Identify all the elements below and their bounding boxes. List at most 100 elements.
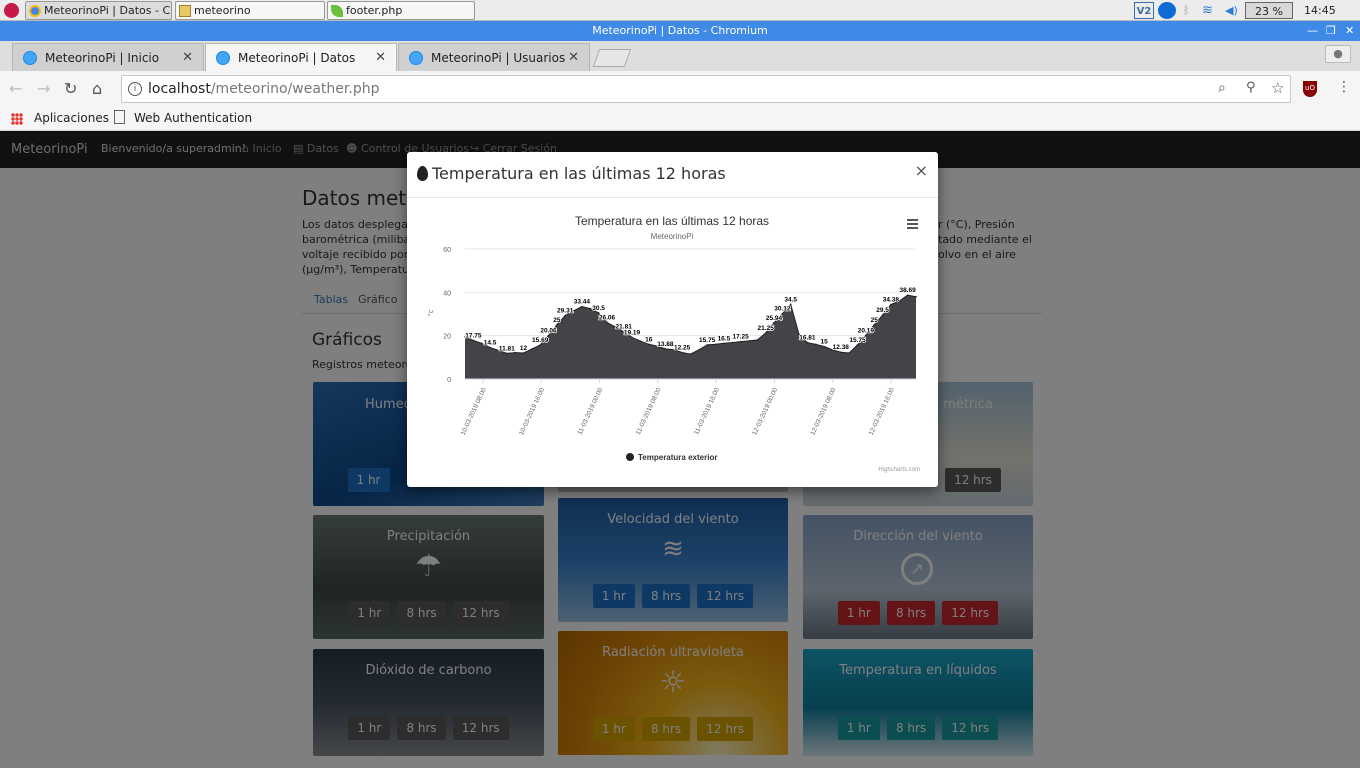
- data-point[interactable]: [873, 324, 875, 326]
- x-tick-label: 12-03-2019 08:00: [809, 387, 837, 437]
- close-icon[interactable]: ×: [915, 161, 928, 180]
- legend-label[interactable]: Temperatura exterior: [638, 453, 717, 462]
- data-label: 34.38: [883, 297, 900, 304]
- data-point[interactable]: [581, 305, 583, 308]
- temperature-chart: Temperatura en las últimas 12 horas Mete…: [427, 214, 920, 473]
- tab-inicio[interactable]: MeteorinoPi | Inicio ✕: [12, 43, 204, 71]
- tab-usuarios[interactable]: MeteorinoPi | Usuarios ✕: [398, 43, 590, 71]
- data-point[interactable]: [689, 353, 692, 355]
- legend-marker[interactable]: [626, 453, 634, 461]
- close-tab-icon[interactable]: ✕: [375, 44, 386, 72]
- x-tick-label: 10-03-2019 08:00: [460, 387, 488, 437]
- tab-label: MeteorinoPi | Datos: [238, 51, 356, 65]
- bookmark-star-icon[interactable]: ☆: [1271, 79, 1284, 97]
- close-tab-icon[interactable]: ✕: [568, 44, 579, 72]
- data-point[interactable]: [723, 342, 725, 345]
- tab-datos[interactable]: MeteorinoPi | Datos ✕: [205, 43, 397, 71]
- data-label: 21.25: [758, 325, 775, 332]
- data-point[interactable]: [773, 322, 775, 324]
- data-point[interactable]: [856, 344, 859, 346]
- key-icon[interactable]: ⚲: [1246, 80, 1256, 95]
- data-point[interactable]: [890, 303, 892, 306]
- close-tab-icon[interactable]: ✕: [182, 44, 193, 72]
- data-point[interactable]: [756, 339, 759, 341]
- data-point[interactable]: [606, 321, 608, 324]
- minimize-icon[interactable]: —: [1307, 21, 1318, 41]
- data-point[interactable]: [539, 344, 541, 346]
- data-point[interactable]: [698, 349, 700, 351]
- back-icon[interactable]: ←: [9, 79, 22, 98]
- menu-kebab-icon[interactable]: ⋮: [1337, 79, 1351, 95]
- ublock-icon[interactable]: uO: [1303, 81, 1317, 97]
- data-point[interactable]: [881, 314, 884, 316]
- data-point[interactable]: [564, 314, 566, 317]
- data-label: 20.06: [540, 328, 557, 335]
- data-point[interactable]: [706, 344, 708, 346]
- apps-grid-icon[interactable]: [11, 113, 23, 125]
- forward-icon[interactable]: →: [37, 79, 50, 98]
- data-point[interactable]: [522, 352, 525, 354]
- cpu-usage-monitor[interactable]: 23 %: [1245, 2, 1293, 19]
- reload-icon[interactable]: ↻: [64, 79, 77, 98]
- zoom-icon[interactable]: ⌕: [1218, 80, 1226, 96]
- taskbar-item-chromium[interactable]: MeteorinoPi | Datos - Ch...: [25, 1, 172, 20]
- chart-credits[interactable]: Highcharts.com: [878, 467, 920, 473]
- data-label: 15: [820, 339, 828, 346]
- home-icon[interactable]: ⌂: [92, 79, 102, 98]
- data-label: 25: [871, 317, 879, 324]
- maximize-icon[interactable]: ❐: [1326, 21, 1336, 41]
- bookmarks-bar: Aplicaciones Web Authentication: [0, 107, 1360, 131]
- data-label: 16.5: [718, 335, 731, 342]
- raspberry-menu-icon[interactable]: [4, 3, 19, 18]
- data-point[interactable]: [647, 343, 650, 346]
- data-point[interactable]: [472, 339, 475, 342]
- data-label: 30.5: [592, 305, 605, 312]
- close-window-icon[interactable]: ✕: [1345, 21, 1354, 41]
- bookmark-web-authentication[interactable]: Web Authentication: [134, 111, 252, 125]
- taskbar-item-folder[interactable]: meteorino: [175, 1, 325, 20]
- data-point[interactable]: [531, 348, 533, 350]
- data-point[interactable]: [639, 340, 642, 342]
- data-point[interactable]: [681, 351, 683, 354]
- x-tick-label: 11-03-2019 00:00: [577, 387, 605, 436]
- data-label: 13.88: [657, 341, 674, 348]
- data-point[interactable]: [631, 336, 633, 339]
- data-point[interactable]: [597, 312, 600, 314]
- data-label: 26.06: [599, 315, 616, 322]
- wifi-icon[interactable]: ≋: [1202, 2, 1213, 19]
- vnc-icon[interactable]: V2: [1134, 2, 1154, 19]
- data-point[interactable]: [506, 352, 508, 355]
- data-point[interactable]: [480, 342, 483, 345]
- address-bar[interactable]: i localhost/meteorino/weather.php ⌕ ⚲ ☆: [121, 75, 1291, 103]
- clock[interactable]: 14:45: [1304, 2, 1336, 19]
- new-tab-button[interactable]: [592, 49, 632, 67]
- volume-icon[interactable]: ◀): [1225, 2, 1238, 19]
- info-icon[interactable]: i: [128, 82, 142, 96]
- taskbar-item-editor[interactable]: footer.php: [327, 1, 475, 20]
- data-point[interactable]: [906, 294, 909, 296]
- data-point[interactable]: [806, 341, 809, 344]
- bookmark-aplicaciones[interactable]: Aplicaciones: [34, 111, 109, 125]
- data-label: 17.75: [465, 333, 482, 340]
- data-label: 16.81: [799, 335, 816, 342]
- data-point[interactable]: [739, 340, 742, 343]
- chromium-icon: [29, 5, 41, 17]
- data-point[interactable]: [764, 332, 767, 334]
- data-point[interactable]: [664, 348, 667, 350]
- data-point[interactable]: [489, 346, 491, 349]
- bluetooth-icon[interactable]: ᛒ: [1183, 2, 1190, 19]
- data-point[interactable]: [815, 343, 817, 346]
- data-point[interactable]: [823, 345, 825, 348]
- teamviewer-icon[interactable]: [1158, 2, 1176, 19]
- profile-icon[interactable]: ●: [1325, 45, 1351, 63]
- data-point[interactable]: [731, 341, 734, 344]
- y-tick-label: 20: [443, 334, 451, 341]
- chart-menu-icon[interactable]: [907, 219, 918, 229]
- data-point[interactable]: [865, 334, 867, 337]
- data-point[interactable]: [848, 352, 850, 354]
- data-point[interactable]: [589, 307, 592, 310]
- data-point[interactable]: [915, 295, 917, 298]
- url-text[interactable]: localhost/meteorino/weather.php: [148, 81, 379, 97]
- data-point[interactable]: [556, 324, 558, 326]
- data-point[interactable]: [840, 351, 842, 353]
